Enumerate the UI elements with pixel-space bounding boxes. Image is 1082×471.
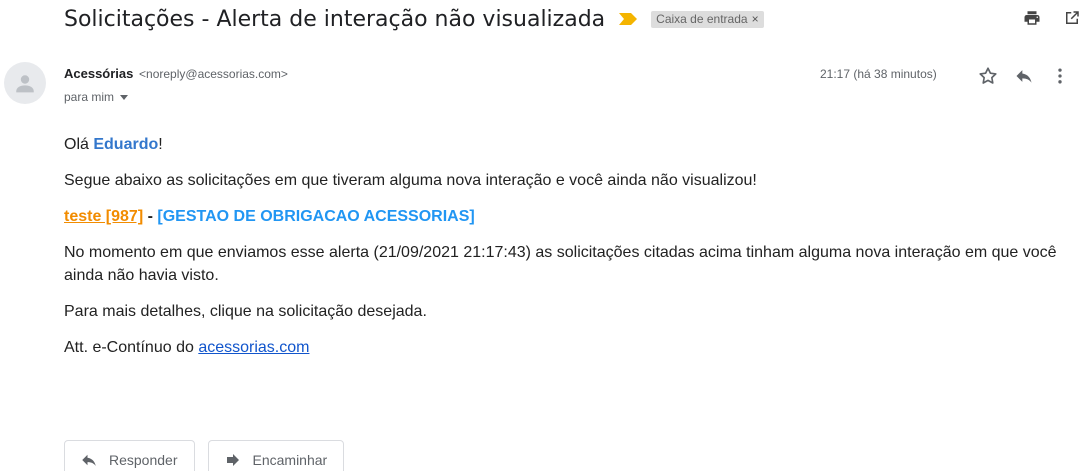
remove-label-icon[interactable]: × — [752, 12, 759, 26]
open-new-window-icon[interactable] — [1062, 8, 1082, 28]
message-body: Olá Eduardo! Segue abaixo as solicitaçõe… — [64, 133, 1082, 372]
sender-avatar[interactable] — [4, 62, 46, 104]
greeting-prefix: Olá — [64, 136, 94, 153]
subject-row: Solicitações - Alerta de interação não v… — [64, 4, 764, 34]
reply-icon — [79, 450, 99, 470]
greeting-name: Eduardo — [93, 136, 159, 153]
signature-prefix: Att. e-Contínuo do — [64, 339, 199, 356]
intro-text: Segue abaixo as solicitações em que tive… — [64, 172, 757, 189]
more-vertical-icon[interactable] — [1048, 64, 1072, 88]
recipient-details-toggle[interactable]: para mim — [64, 90, 129, 104]
reply-button[interactable]: Responder — [64, 440, 195, 471]
greeting: Olá Eduardo! — [64, 133, 1082, 156]
request-category: [GESTAO DE OBRIGACAO ACESSORIAS] — [157, 208, 475, 225]
request-separator: - — [143, 208, 158, 225]
inbox-label-chip[interactable]: Caixa de entrada × — [651, 10, 764, 28]
chevron-down-icon[interactable] — [120, 94, 129, 100]
signature: Att. e-Contínuo do acessorias.com — [64, 336, 1082, 359]
sender-name[interactable]: Acessórias — [64, 66, 133, 81]
thread-toolbar — [1002, 8, 1082, 28]
sender-line: Acessórias <noreply@acessorias.com> — [64, 66, 288, 81]
forward-button[interactable]: Encaminhar — [207, 440, 345, 471]
forward-icon — [223, 450, 243, 470]
star-icon[interactable] — [976, 64, 1000, 88]
message-actions — [976, 64, 1082, 88]
recipient-text: para mim — [64, 90, 115, 104]
reply-actions: Responder Encaminhar — [64, 440, 357, 471]
greeting-suffix: ! — [158, 136, 163, 153]
site-link[interactable]: acessorias.com — [198, 339, 309, 356]
request-line: teste [987] - [GESTAO DE OBRIGACAO ACESS… — [64, 205, 1082, 228]
avatar-person-icon — [16, 75, 34, 93]
details-text: Para mais detalhes, clique na solicitaçã… — [64, 303, 427, 320]
reply-icon[interactable] — [1012, 64, 1036, 88]
sender-email: <noreply@acessorias.com> — [139, 67, 288, 81]
message-time: 21:17 (há 38 minutos) — [820, 67, 937, 81]
print-icon[interactable] — [1022, 8, 1042, 28]
request-link[interactable]: teste [987] — [64, 208, 143, 225]
inbox-label-text: Caixa de entrada — [656, 11, 748, 26]
reply-label: Responder — [109, 452, 178, 468]
alert-text: No momento em que enviamos esse alerta (… — [64, 244, 1057, 284]
email-subject: Solicitações - Alerta de interação não v… — [64, 6, 606, 32]
importance-marker-icon[interactable] — [619, 13, 638, 25]
forward-label: Encaminhar — [252, 452, 328, 468]
